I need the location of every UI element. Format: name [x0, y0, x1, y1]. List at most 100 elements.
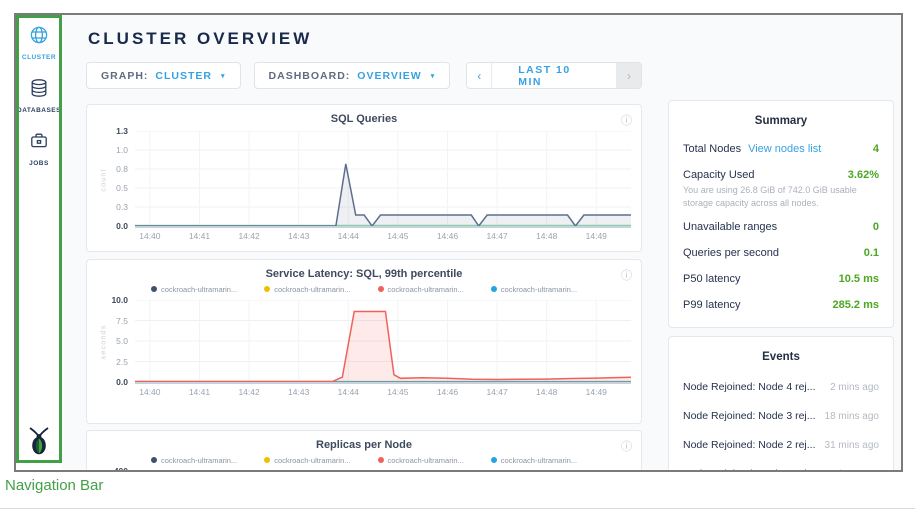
info-icon[interactable]: ⓘ	[621, 438, 632, 454]
summary-label: Queries per second	[683, 247, 779, 259]
plot-area	[135, 131, 631, 228]
capacity-note: You are using 26.8 GiB of 742.0 GiB usab…	[683, 184, 879, 210]
event-row: Node Rejoined: Node 1 rej... an hour ago	[683, 459, 879, 470]
sidebar-item-jobs[interactable]: JOBS	[29, 131, 49, 167]
chart-legend: cockroach-ultramarin... cockroach-ultrama…	[97, 284, 631, 294]
chart-title: Replicas per Node	[97, 439, 631, 451]
dashboard-dropdown[interactable]: DASHBOARD: OVERVIEW ▾	[254, 62, 451, 89]
summary-panel: Summary Total Nodes View nodes list 4 Ca…	[668, 100, 894, 328]
sidebar-item-label: CLUSTER	[22, 54, 56, 61]
graph-dropdown-value: CLUSTER	[155, 70, 212, 82]
chart-sql-queries: SQL Queries ⓘ count 1.31.00.80.50.30.0 1…	[86, 104, 642, 252]
chart-title: SQL Queries	[97, 113, 631, 125]
legend-dot-icon	[378, 286, 384, 292]
app-window: CLUSTER DATABASES JOBS	[14, 13, 903, 472]
divider	[0, 508, 915, 509]
sidebar-item-cluster[interactable]: CLUSTER	[22, 25, 56, 61]
y-axis-label: seconds	[97, 300, 109, 384]
toolbar: GRAPH: CLUSTER ▾ DASHBOARD: OVERVIEW ▾ ‹…	[86, 62, 642, 89]
page-title: CLUSTER OVERVIEW	[88, 29, 642, 49]
chevron-down-icon: ▾	[431, 72, 436, 80]
summary-value: 285.2 ms	[833, 299, 879, 311]
info-icon[interactable]: ⓘ	[621, 112, 632, 128]
summary-value: 0.1	[864, 247, 879, 259]
legend-item[interactable]: cockroach-ultramarin...	[491, 284, 577, 294]
summary-row-p99: P99 latency 285.2 ms	[683, 292, 879, 318]
legend-item[interactable]: cockroach-ultramarin...	[378, 455, 464, 465]
summary-label: P50 latency	[683, 273, 740, 285]
dashboard-dropdown-value: OVERVIEW	[357, 70, 421, 82]
x-axis-ticks: 14:4014:4114:4214:4314:4414:4514:4614:47…	[135, 384, 631, 399]
side-panels: Summary Total Nodes View nodes list 4 Ca…	[668, 15, 894, 470]
x-axis-ticks: 14:4014:4114:4214:4314:4414:4514:4614:47…	[135, 228, 631, 243]
event-text: Node Rejoined: Node 4 rej...	[683, 381, 816, 393]
summary-row-p50: P50 latency 10.5 ms	[683, 266, 879, 292]
event-time: an hour ago	[826, 469, 879, 470]
events-title: Events	[683, 351, 879, 363]
navigation-bar: CLUSTER DATABASES JOBS	[16, 15, 62, 470]
legend-item[interactable]: cockroach-ultramarin...	[378, 284, 464, 294]
legend-item[interactable]: cockroach-ultramarin...	[264, 455, 350, 465]
chevron-down-icon: ▾	[221, 72, 226, 80]
summary-row-unavailable-ranges: Unavailable ranges 0	[683, 214, 879, 240]
sidebar-item-label: DATABASES	[17, 107, 61, 114]
legend-item[interactable]: cockroach-ultramarin...	[151, 284, 237, 294]
legend-dot-icon	[151, 457, 157, 463]
cockroach-logo[interactable]	[27, 427, 51, 460]
event-text: Node Rejoined: Node 2 rej...	[683, 439, 816, 451]
summary-label: Unavailable ranges	[683, 221, 777, 233]
legend-dot-icon	[491, 457, 497, 463]
time-range-prev-button[interactable]: ‹	[467, 63, 492, 88]
summary-label: Total Nodes	[683, 143, 741, 155]
chart-title: Service Latency: SQL, 99th percentile	[97, 268, 631, 280]
y-axis-ticks: 10.07.55.02.50.0	[109, 300, 135, 384]
y-axis-ticks: 1.31.00.80.50.30.0	[109, 131, 135, 228]
summary-value: 4	[873, 143, 879, 155]
event-row: Node Rejoined: Node 3 rej... 18 mins ago	[683, 401, 879, 430]
summary-value: 0	[873, 221, 879, 233]
chart-replicas-per-node: Replicas per Node ⓘ cockroach-ultramarin…	[86, 430, 642, 470]
legend-dot-icon	[264, 286, 270, 292]
graph-dropdown[interactable]: GRAPH: CLUSTER ▾	[86, 62, 241, 89]
event-time: 2 mins ago	[830, 382, 879, 393]
dashboard-dropdown-label: DASHBOARD:	[269, 70, 351, 82]
time-range-next-button[interactable]: ›	[617, 63, 641, 88]
globe-icon	[29, 25, 49, 50]
database-icon	[29, 78, 49, 103]
time-range-selector: ‹ LAST 10 MIN ›	[466, 62, 642, 89]
legend-dot-icon	[378, 457, 384, 463]
chart-legend: cockroach-ultramarin... cockroach-ultrama…	[97, 455, 631, 465]
briefcase-icon	[29, 131, 49, 156]
info-icon[interactable]: ⓘ	[621, 267, 632, 283]
event-text: Node Rejoined: Node 3 rej...	[683, 410, 816, 422]
sidebar-item-databases[interactable]: DATABASES	[17, 78, 61, 114]
summary-row-total-nodes: Total Nodes View nodes list 4	[683, 136, 879, 162]
legend-dot-icon	[264, 457, 270, 463]
sidebar-item-label: JOBS	[29, 160, 49, 167]
legend-item[interactable]: cockroach-ultramarin...	[491, 455, 577, 465]
chart-service-latency: Service Latency: SQL, 99th percentile ⓘ …	[86, 259, 642, 424]
main-content: CLUSTER OVERVIEW GRAPH: CLUSTER ▾ DASHBO…	[62, 15, 901, 470]
event-row: Node Rejoined: Node 2 rej... 31 mins ago	[683, 430, 879, 459]
event-time: 31 mins ago	[825, 440, 879, 451]
charts-column: CLUSTER OVERVIEW GRAPH: CLUSTER ▾ DASHBO…	[86, 15, 642, 470]
time-range-value[interactable]: LAST 10 MIN	[492, 63, 617, 88]
event-text: Node Rejoined: Node 1 rej...	[683, 468, 816, 470]
y-axis-label: count	[97, 131, 109, 228]
annotation-text: Navigation Bar	[5, 477, 103, 494]
summary-value: 10.5 ms	[839, 273, 879, 285]
view-nodes-list-link[interactable]: View nodes list	[748, 143, 821, 155]
summary-row-qps: Queries per second 0.1	[683, 240, 879, 266]
summary-label: P99 latency	[683, 299, 740, 311]
summary-value: 3.62%	[848, 169, 879, 181]
graph-dropdown-label: GRAPH:	[101, 70, 148, 82]
legend-item[interactable]: cockroach-ultramarin...	[151, 455, 237, 465]
plot-area	[135, 300, 631, 384]
legend-dot-icon	[491, 286, 497, 292]
legend-item[interactable]: cockroach-ultramarin...	[264, 284, 350, 294]
events-panel: Events Node Rejoined: Node 4 rej... 2 mi…	[668, 336, 894, 470]
legend-dot-icon	[151, 286, 157, 292]
event-time: 18 mins ago	[825, 411, 879, 422]
event-row: Node Rejoined: Node 4 rej... 2 mins ago	[683, 372, 879, 401]
summary-title: Summary	[683, 115, 879, 127]
